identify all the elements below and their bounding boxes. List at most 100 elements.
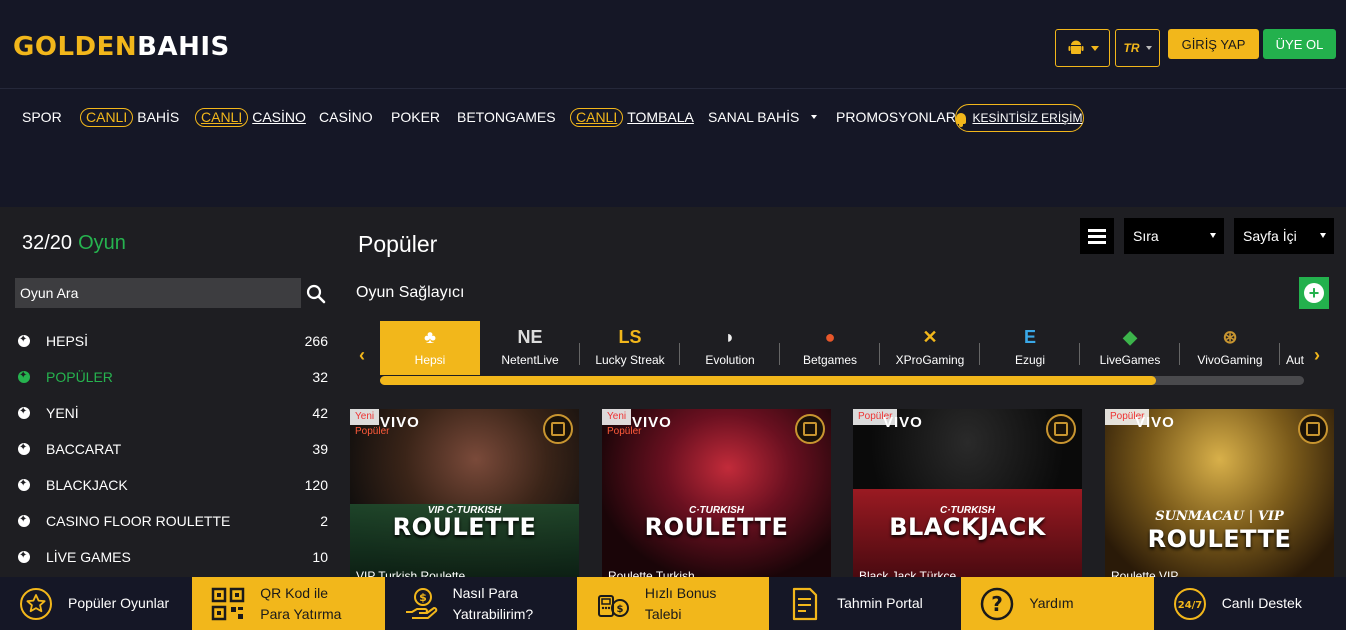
nav-canli-tombala[interactable]: CANLI TOMBALA <box>570 107 694 127</box>
nav-promosyonlar[interactable]: PROMOSYONLAR <box>836 107 956 127</box>
expand-providers-button[interactable]: + <box>1299 277 1329 309</box>
provider-tab[interactable]: ⊛ VivoGaming <box>1180 321 1280 375</box>
search-icon[interactable] <box>305 283 327 305</box>
provider-tab[interactable]: ♣ Hepsi <box>380 321 480 375</box>
nav-sanal-bahis[interactable]: SANAL BAHİS <box>708 107 818 127</box>
svg-text:$: $ <box>616 604 623 615</box>
category-label: BACCARAT <box>46 441 122 457</box>
category-baccarat[interactable]: BACCARAT 39 <box>18 439 328 459</box>
bottom-fast-bonus[interactable]: $ Hızlı Bonus Talebi <box>576 577 770 630</box>
bottom-help[interactable]: ? Yardım <box>961 577 1154 630</box>
provider-tab[interactable]: NE NetentLive <box>480 321 580 375</box>
category-casino-floor-roulette[interactable]: CASINO FLOOR ROULETTE 2 <box>18 511 328 531</box>
category-yeni[interactable]: YENİ 42 <box>18 403 328 423</box>
game-card[interactable]: Yeni Popüler VIVO C·TURKISH ROULETTE Rou… <box>602 409 831 577</box>
provider-label: Ezugi <box>1014 353 1046 367</box>
list-icon <box>1088 234 1106 238</box>
game-card[interactable]: Popüler VIVO SUNMACAU | VIP ROULETTE Rou… <box>1105 409 1334 577</box>
nav-canli-casino[interactable]: CANLI CASİNO <box>195 107 306 127</box>
list-view-button[interactable] <box>1080 218 1114 254</box>
chevron-down-icon <box>811 115 818 119</box>
nav-label: SPOR <box>22 109 62 125</box>
category-hepsi[interactable]: HEPSİ 266 <box>18 331 328 351</box>
provider-icon: NE <box>517 327 543 347</box>
language-value: TR <box>1123 41 1140 55</box>
category-populer[interactable]: POPÜLER 32 <box>18 367 328 387</box>
bottom-label: Popüler Oyunlar <box>68 595 170 611</box>
nav-poker[interactable]: POKER <box>391 107 440 127</box>
language-select[interactable]: TR <box>1115 29 1160 67</box>
provider-label: Evolution <box>705 353 755 367</box>
category-count: 10 <box>312 549 328 565</box>
game-card[interactable]: Popüler VIVO C·TURKISH BLACKJACK Black J… <box>853 409 1082 577</box>
game-name: Black Jack Türkçe <box>859 569 957 577</box>
game-subtitle: SUNMACAU | VIP <box>1155 509 1284 524</box>
page-size-select[interactable]: Sayfa İçi <box>1234 218 1334 254</box>
game-title: ROULETTE <box>1147 525 1292 553</box>
game-name: VIP Turkish Roulette <box>356 569 466 577</box>
game-search-input[interactable]: Oyun Ara <box>15 278 301 308</box>
category-label: POPÜLER <box>46 369 113 385</box>
category-star-icon <box>18 548 30 564</box>
bottom-prediction-portal[interactable]: Tahmin Portal <box>769 577 962 630</box>
provider-icon: E <box>1023 327 1036 347</box>
android-app-dropdown[interactable] <box>1055 29 1110 67</box>
live-pill: CANLI <box>80 107 134 127</box>
provider-label: XProGaming <box>895 353 965 367</box>
provider-tab[interactable]: ✕ XProGaming <box>880 321 980 375</box>
new-tag: Yeni <box>350 409 380 425</box>
star-icon <box>20 587 52 620</box>
chevron-down-icon <box>1210 233 1216 238</box>
logo-golden: GOLDEN <box>13 32 138 62</box>
chevron-left-icon[interactable]: ‹ <box>359 345 365 366</box>
nav-label: PROMOSYONLAR <box>836 109 956 125</box>
bottom-live-support[interactable]: 24/7 Canlı Destek <box>1153 577 1346 630</box>
chevron-down-icon <box>1090 45 1099 51</box>
bottom-qr-deposit[interactable]: QR Kod ile Para Yatırma <box>192 577 385 630</box>
nav-casino[interactable]: CASİNO <box>319 107 373 127</box>
access-label: KESİNTİSİZ ERİŞİM <box>972 111 1083 125</box>
bottom-how-to-deposit[interactable]: $ Nasıl Para Yatırabilirim? <box>384 577 577 630</box>
provider-carousel: ♣ Hepsi NE NetentLive LS Lucky Streak ◗ … <box>380 321 1304 375</box>
game-name: Roulette VIP <box>1111 569 1179 577</box>
provider-scrollbar[interactable] <box>380 376 1304 385</box>
category-label: CASINO FLOOR ROULETTE <box>46 513 231 529</box>
nav-canli-bahis[interactable]: CANLI BAHİS <box>80 107 179 127</box>
game-title: ROULETTE <box>644 513 789 541</box>
provider-icon: ● <box>824 327 836 347</box>
provider-brand: VIVO <box>380 414 420 431</box>
category-blackjack[interactable]: BLACKJACK 120 <box>18 475 328 495</box>
category-count: 39 <box>312 441 328 457</box>
game-card[interactable]: Yeni Popüler VIVO VIP C·TURKISH ROULETTE… <box>350 409 579 577</box>
provider-brand: VIVO <box>1135 414 1175 431</box>
provider-tab[interactable]: E Ezugi <box>980 321 1080 375</box>
category-live-games[interactable]: LİVE GAMES 10 <box>18 547 328 567</box>
provider-label: Hepsi <box>414 353 446 367</box>
sort-select[interactable]: Sıra <box>1124 218 1224 254</box>
uninterrupted-access-button[interactable]: KESİNTİSİZ ERİŞİM <box>955 104 1084 132</box>
chevron-right-icon[interactable]: › <box>1314 345 1320 366</box>
list-icon <box>1088 228 1106 232</box>
provider-tab[interactable]: ◗ Evolution <box>680 321 780 375</box>
sort-value: Sıra <box>1133 228 1159 244</box>
nav-label: SANAL BAHİS <box>708 109 800 125</box>
nav-betongames[interactable]: BETONGAMES <box>457 107 556 127</box>
game-badge-icon <box>543 414 573 444</box>
provider-tab[interactable]: ◆ LiveGames <box>1080 321 1180 375</box>
site-logo[interactable]: GOLDENBAHIS <box>13 31 230 63</box>
login-button[interactable]: GİRİŞ YAP <box>1168 29 1259 59</box>
nav-label: CASİNO <box>319 109 373 125</box>
provider-label: Betgames <box>802 353 858 367</box>
provider-tab[interactable]: Aut <box>1280 321 1304 375</box>
bottom-popular-games[interactable]: Popüler Oyunlar <box>0 577 193 630</box>
qr-code-icon <box>212 587 245 620</box>
game-badge-icon <box>795 414 825 444</box>
register-button[interactable]: ÜYE OL <box>1263 29 1336 59</box>
svg-text:$: $ <box>419 591 427 604</box>
nav-spor[interactable]: SPOR <box>22 107 62 127</box>
page-size-value: Sayfa İçi <box>1243 228 1297 244</box>
bottom-label: Canlı Destek <box>1221 595 1302 611</box>
scrollbar-thumb[interactable] <box>380 376 1157 385</box>
provider-tab[interactable]: LS Lucky Streak <box>580 321 680 375</box>
provider-tab[interactable]: ● Betgames <box>780 321 880 375</box>
